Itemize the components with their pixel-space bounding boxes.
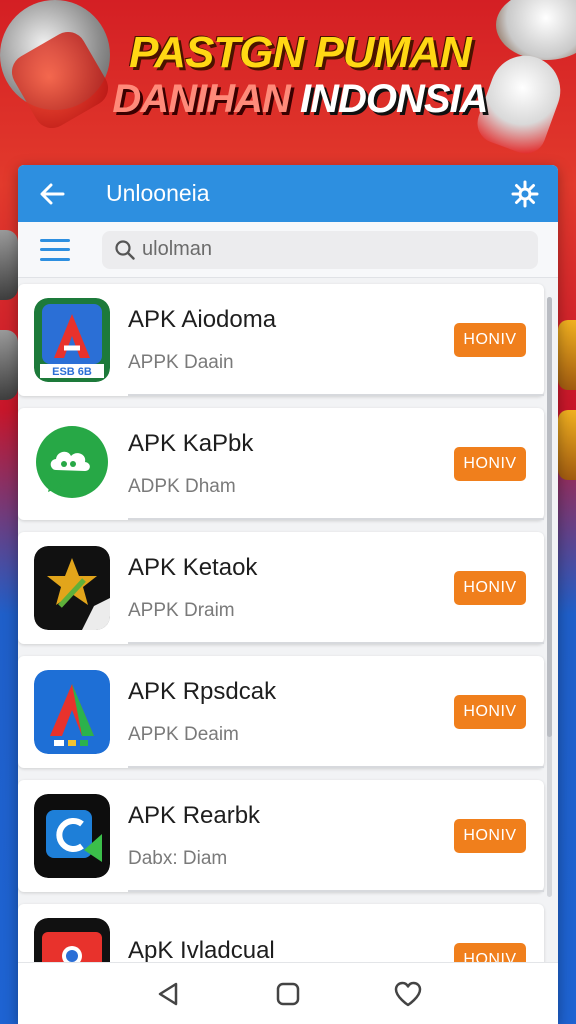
hamburger-menu-icon[interactable]	[40, 238, 70, 261]
search-icon	[115, 239, 135, 260]
app-text: APK Ketaok APPK Draim	[128, 554, 454, 622]
app-name: ApK Ivladcual	[128, 937, 275, 962]
coffee-cup-decoration	[496, 0, 576, 60]
divider	[128, 890, 544, 892]
banner-line-2a: DANIHAN	[112, 77, 290, 122]
scrollbar[interactable]	[547, 297, 552, 897]
list-item[interactable]: APK Rpsdcak APPK Deaim HONIV	[18, 656, 544, 768]
divider	[128, 394, 544, 396]
search-row: ulolman	[18, 222, 558, 278]
app-subtitle: APPK Daain	[128, 352, 234, 373]
list-item[interactable]: APK Ketaok APPK Draim HONIV	[18, 532, 544, 644]
square-home-icon[interactable]	[271, 977, 305, 1011]
list-item[interactable]: APK KaPbk ADPK Dham HONIV	[18, 408, 544, 520]
icon-label: ESB 6B	[52, 366, 92, 378]
app-bar: Unlooneia	[18, 165, 558, 222]
chrome-style-icon	[34, 918, 110, 962]
divider	[128, 642, 544, 644]
app-list: ESB 6B APK Aiodoma APPK Daain HONIV APK …	[18, 282, 558, 962]
app-subtitle: APPK Deaim	[128, 724, 239, 745]
app-text: ApK Ivladcual	[128, 937, 454, 962]
app-subtitle: ADPK Dham	[128, 476, 236, 497]
app-name: APK KaPbk	[128, 430, 254, 457]
arrow-left-icon[interactable]	[38, 180, 66, 208]
banner-line-2b: INDONSIA	[299, 77, 489, 122]
list-item[interactable]: ESB 6B APK Aiodoma APPK Daain HONIV	[18, 284, 544, 396]
black-gold-star-icon	[34, 546, 110, 630]
blue-a-icon	[34, 670, 110, 754]
page-title: Unlooneia	[106, 180, 210, 206]
search-query: ulolman	[142, 238, 213, 260]
app-name: APK Rearbk	[128, 802, 261, 829]
app-store-panel: Unlooneia ulolman ESB 6B APK Aiodoma APP…	[18, 165, 558, 1024]
red-green-blue-a-icon: ESB 6B	[34, 298, 110, 382]
banner-headline: PASTGN PUMAN DANIHAN INDONSIA	[110, 28, 490, 120]
search-input[interactable]: ulolman	[102, 230, 538, 269]
list-item[interactable]: APK Rearbk Dabx: Diam HONIV	[18, 780, 544, 892]
side-decoration-left-2	[0, 330, 18, 400]
app-text: APK KaPbk ADPK Dham	[128, 430, 454, 498]
banner-line-2: DANIHAN INDONSIA	[110, 78, 490, 120]
app-subtitle: Dabx: Diam	[128, 848, 228, 869]
install-button[interactable]: HONIV	[454, 447, 526, 481]
side-decoration-right-1	[558, 320, 576, 390]
install-button[interactable]: HONIV	[454, 695, 526, 729]
app-text: APK Aiodoma APPK Daain	[128, 306, 454, 374]
gear-icon[interactable]	[510, 179, 540, 209]
app-text: APK Rpsdcak APPK Deaim	[128, 678, 454, 746]
install-button[interactable]: HONIV	[454, 943, 526, 962]
install-button[interactable]: HONIV	[454, 323, 526, 357]
side-decoration-right-2	[558, 410, 576, 480]
heart-icon[interactable]	[391, 977, 425, 1011]
list-item[interactable]: ApK Ivladcual HONIV	[18, 904, 544, 962]
green-c-icon	[34, 794, 110, 878]
app-name: APK Aiodoma	[128, 306, 277, 333]
scroll-thumb[interactable]	[547, 297, 552, 737]
divider	[128, 766, 544, 768]
banner-line-1: PASTGN PUMAN	[129, 28, 472, 77]
app-name: APK Rpsdcak	[128, 678, 277, 705]
green-chat-cloud-icon	[34, 422, 110, 506]
app-subtitle: APPK Draim	[128, 600, 235, 621]
triangle-back-icon[interactable]	[151, 977, 185, 1011]
app-text: APK Rearbk Dabx: Diam	[128, 802, 454, 870]
install-button[interactable]: HONIV	[454, 571, 526, 605]
side-decoration-left-1	[0, 230, 18, 300]
app-name: APK Ketaok	[128, 554, 258, 581]
divider	[128, 518, 544, 520]
bottom-nav-bar	[18, 962, 558, 1024]
install-button[interactable]: HONIV	[454, 819, 526, 853]
